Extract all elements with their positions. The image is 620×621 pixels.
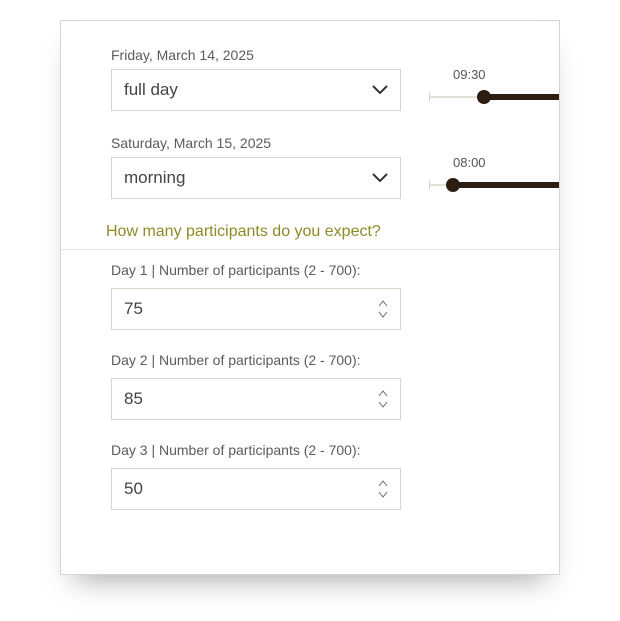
- participant-label: Day 2 | Number of participants (2 - 700)…: [111, 352, 559, 368]
- stepper-down-icon: [378, 491, 388, 498]
- quantity-stepper[interactable]: [378, 480, 390, 498]
- participants-heading: How many participants do you expect?: [106, 223, 559, 241]
- day-slot-value: full day: [124, 80, 178, 100]
- day-block-1: Friday, March 14, 2025 full day 09:30: [111, 47, 559, 111]
- participant-input[interactable]: 75: [111, 288, 401, 330]
- stepper-up-icon: [378, 300, 388, 307]
- chevron-down-icon: [372, 85, 388, 95]
- day-row: morning 08:00: [111, 157, 559, 199]
- time-column: 09:30: [429, 69, 559, 111]
- day-slot-select[interactable]: morning: [111, 157, 401, 199]
- stepper-down-icon: [378, 401, 388, 408]
- time-slider[interactable]: [429, 92, 560, 106]
- day-row: full day 09:30: [111, 69, 559, 111]
- participant-block-2: Day 2 | Number of participants (2 - 700)…: [111, 352, 559, 420]
- participant-label: Day 1 | Number of participants (2 - 700)…: [111, 262, 559, 278]
- participant-label: Day 3 | Number of participants (2 - 700)…: [111, 442, 559, 458]
- date-label: Friday, March 14, 2025: [111, 47, 559, 63]
- time-column: 08:00: [429, 157, 559, 199]
- chevron-down-icon: [372, 173, 388, 183]
- stepper-down-icon: [378, 311, 388, 318]
- date-label: Saturday, March 15, 2025: [111, 135, 559, 151]
- time-label: 08:00: [453, 155, 486, 170]
- slider-fill: [484, 94, 560, 100]
- form-card: Friday, March 14, 2025 full day 09:30: [60, 20, 560, 575]
- participant-input[interactable]: 50: [111, 468, 401, 510]
- section-divider: [61, 249, 559, 250]
- slider-handle[interactable]: [446, 178, 460, 192]
- participant-value: 85: [124, 389, 143, 409]
- day-slot-select[interactable]: full day: [111, 69, 401, 111]
- participant-value: 50: [124, 479, 143, 499]
- time-slider[interactable]: [429, 180, 560, 194]
- stepper-up-icon: [378, 480, 388, 487]
- slider-fill: [453, 182, 560, 188]
- stepper-up-icon: [378, 390, 388, 397]
- quantity-stepper[interactable]: [378, 390, 390, 408]
- participant-value: 75: [124, 299, 143, 319]
- day-block-2: Saturday, March 15, 2025 morning 08:00: [111, 135, 559, 199]
- participant-block-1: Day 1 | Number of participants (2 - 700)…: [111, 262, 559, 330]
- day-slot-value: morning: [124, 168, 185, 188]
- quantity-stepper[interactable]: [378, 300, 390, 318]
- time-label: 09:30: [453, 67, 486, 82]
- participant-input[interactable]: 85: [111, 378, 401, 420]
- participant-block-3: Day 3 | Number of participants (2 - 700)…: [111, 442, 559, 510]
- slider-handle[interactable]: [477, 90, 491, 104]
